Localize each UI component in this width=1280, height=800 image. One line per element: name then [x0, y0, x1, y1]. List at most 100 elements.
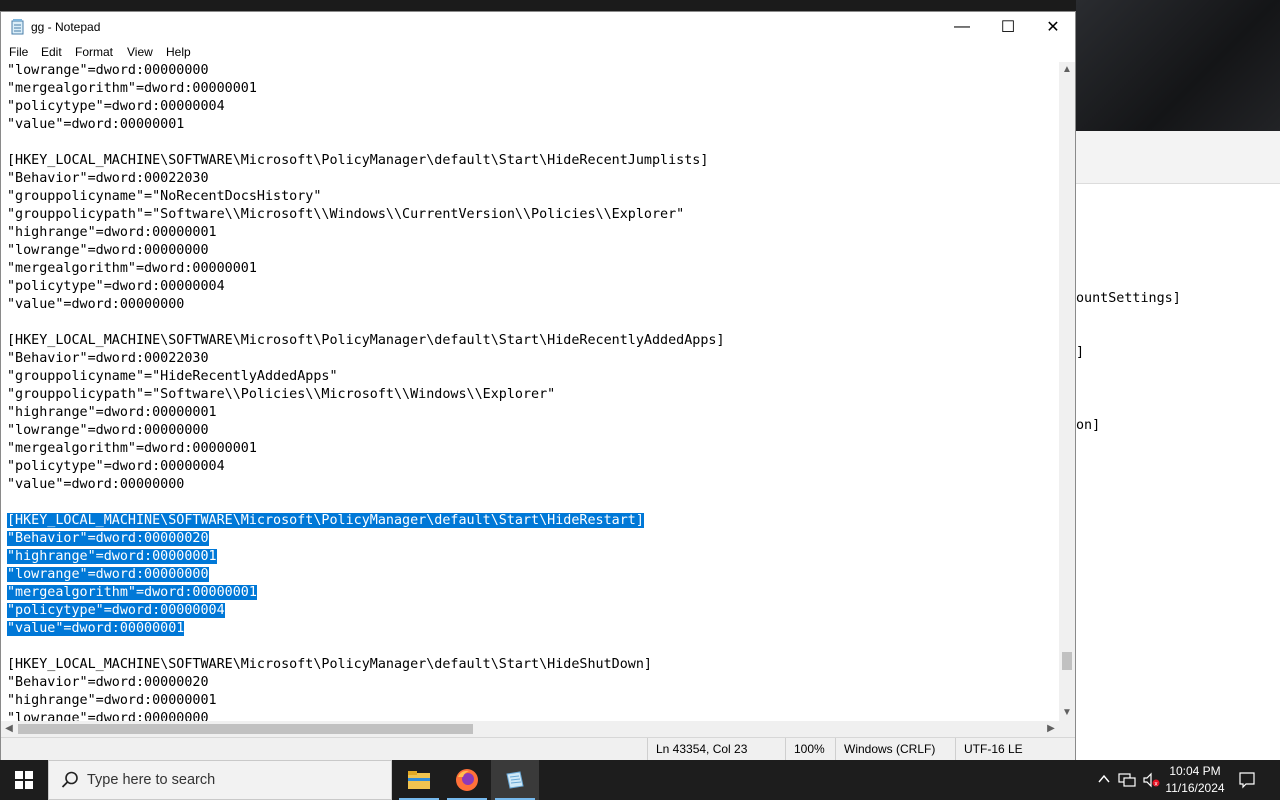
taskbar-firefox[interactable] — [443, 760, 491, 800]
menu-help[interactable]: Help — [166, 45, 191, 59]
vertical-scroll-thumb[interactable] — [1062, 652, 1072, 670]
text-editor-area[interactable]: "lowrange"=dword:00000000 "mergealgorithm… — [1, 62, 1059, 721]
editor-line-text: "policytype"=dword:00000004 — [7, 459, 225, 474]
editor-line-text: [HKEY_LOCAL_MACHINE\SOFTWARE\Microsoft\P… — [7, 657, 652, 672]
editor-line-text: "grouppolicyname"="HideRecentlyAddedApps… — [7, 369, 338, 384]
maximize-icon: ☐ — [1000, 19, 1016, 36]
editor-line[interactable]: "highrange"=dword:00000001 — [7, 224, 725, 242]
editor-line[interactable]: "Behavior"=dword:00000020 — [7, 674, 725, 692]
editor-line[interactable]: "lowrange"=dword:00000000 — [7, 422, 725, 440]
editor-line-text: "Behavior"=dword:00022030 — [7, 171, 209, 186]
editor-line[interactable]: "highrange"=dword:00000001 — [7, 404, 725, 422]
menu-edit[interactable]: Edit — [41, 45, 62, 59]
editor-line[interactable]: "mergealgorithm"=dword:00000001 — [7, 440, 725, 458]
editor-line[interactable]: "policytype"=dword:00000004 — [7, 98, 725, 116]
editor-line-text: "policytype"=dword:00000004 — [7, 279, 225, 294]
editor-line[interactable]: "grouppolicyname"="HideRecentlyAddedApps… — [7, 368, 725, 386]
system-clock[interactable]: 10:04 PM 11/16/2024 — [1160, 763, 1230, 797]
background-text-fragment: on] — [1076, 418, 1101, 433]
editor-line[interactable]: "mergealgorithm"=dword:00000001 — [7, 260, 725, 278]
scroll-left-icon[interactable]: ◀ — [1, 721, 17, 737]
editor-line[interactable]: "value"=dword:00000001 — [7, 620, 725, 638]
volume-muted-icon[interactable]: x — [1142, 772, 1160, 788]
scroll-down-icon[interactable]: ▼ — [1059, 705, 1075, 721]
system-tray: x 10:04 PM 11/16/2024 — [1080, 760, 1280, 800]
editor-line-text: "highrange"=dword:00000001 — [7, 225, 217, 240]
editor-line[interactable]: "value"=dword:00000000 — [7, 296, 725, 314]
editor-line[interactable]: "Behavior"=dword:00022030 — [7, 350, 725, 368]
notification-icon[interactable] — [1238, 771, 1256, 789]
editor-line-text: "value"=dword:00000000 — [7, 297, 185, 312]
clock-time: 10:04 PM — [1169, 764, 1221, 778]
editor-line[interactable]: "policytype"=dword:00000004 — [7, 458, 725, 476]
start-button[interactable] — [0, 760, 48, 800]
chevron-up-icon[interactable] — [1098, 774, 1110, 784]
notepad-window: gg - Notepad — ☐ ✕ File Edit Format View… — [0, 11, 1076, 760]
background-window[interactable]: ountSettings] ] on] — [1076, 131, 1280, 760]
menu-file[interactable]: File — [9, 45, 28, 59]
editor-line[interactable]: "lowrange"=dword:00000000 — [7, 566, 725, 584]
menu-format[interactable]: Format — [75, 45, 113, 59]
editor-line-text: "Behavior"=dword:00022030 — [7, 351, 209, 366]
editor-line-text: "Behavior"=dword:00000020 — [7, 675, 209, 690]
editor-line-text: "highrange"=dword:00000001 — [7, 693, 217, 708]
editor-line[interactable] — [7, 638, 725, 656]
close-button[interactable]: ✕ — [1030, 12, 1076, 42]
editor-line[interactable]: "value"=dword:00000000 — [7, 476, 725, 494]
maximize-button[interactable]: ☐ — [985, 12, 1031, 42]
scroll-up-icon[interactable]: ▲ — [1059, 62, 1075, 78]
editor-line[interactable]: [HKEY_LOCAL_MACHINE\SOFTWARE\Microsoft\P… — [7, 656, 725, 674]
editor-line[interactable]: "grouppolicypath"="Software\\Microsoft\\… — [7, 206, 725, 224]
editor-line[interactable]: [HKEY_LOCAL_MACHINE\SOFTWARE\Microsoft\P… — [7, 512, 725, 530]
horizontal-scroll-thumb[interactable] — [18, 724, 473, 734]
editor-line[interactable]: "policytype"=dword:00000004 — [7, 278, 725, 296]
zoom-level: 100% — [785, 738, 835, 760]
background-text-fragment: ountSettings] — [1076, 291, 1181, 306]
editor-line-text: "lowrange"=dword:00000000 — [7, 423, 209, 438]
editor-line[interactable]: "policytype"=dword:00000004 — [7, 602, 725, 620]
horizontal-scrollbar[interactable]: ◀ ▶ — [1, 721, 1059, 737]
notepad-icon — [506, 771, 524, 789]
editor-line[interactable]: "highrange"=dword:00000001 — [7, 692, 725, 710]
editor-line[interactable]: "Behavior"=dword:00022030 — [7, 170, 725, 188]
editor-line-text: "grouppolicypath"="Software\\Policies\\M… — [7, 387, 556, 402]
taskbar-file-explorer[interactable] — [395, 760, 443, 800]
search-input[interactable]: Type here to search — [87, 772, 215, 788]
editor-line[interactable]: "grouppolicyname"="NoRecentDocsHistory" — [7, 188, 725, 206]
editor-line[interactable]: "lowrange"=dword:00000000 — [7, 62, 725, 80]
network-icon[interactable] — [1118, 772, 1136, 788]
editor-line[interactable]: [HKEY_LOCAL_MACHINE\SOFTWARE\Microsoft\P… — [7, 152, 725, 170]
editor-line-text: "policytype"=dword:00000004 — [7, 99, 225, 114]
editor-line[interactable]: "highrange"=dword:00000001 — [7, 548, 725, 566]
editor-line-text: "highrange"=dword:00000001 — [7, 549, 217, 564]
editor-line[interactable] — [7, 314, 725, 332]
taskbar-search-box[interactable]: Type here to search — [48, 760, 392, 800]
editor-line[interactable]: "lowrange"=dword:00000000 — [7, 710, 725, 721]
vertical-scrollbar[interactable]: ▲ ▼ — [1059, 62, 1075, 721]
windows-logo-icon — [15, 771, 33, 789]
taskbar-notepad[interactable] — [491, 760, 539, 800]
editor-text[interactable]: "lowrange"=dword:00000000 "mergealgorithm… — [7, 62, 725, 721]
editor-line[interactable]: "mergealgorithm"=dword:00000001 — [7, 584, 725, 602]
line-endings: Windows (CRLF) — [835, 738, 955, 760]
notepad-app-icon — [11, 19, 24, 35]
desktop-wallpaper — [1076, 0, 1280, 131]
editor-line[interactable]: "lowrange"=dword:00000000 — [7, 242, 725, 260]
minimize-button[interactable]: — — [939, 12, 985, 42]
editor-line-text: "lowrange"=dword:00000000 — [7, 63, 209, 78]
editor-line[interactable] — [7, 494, 725, 512]
menu-view[interactable]: View — [127, 45, 153, 59]
editor-line[interactable]: "value"=dword:00000001 — [7, 116, 725, 134]
editor-line-text: "mergealgorithm"=dword:00000001 — [7, 261, 257, 276]
editor-line[interactable]: "Behavior"=dword:00000020 — [7, 530, 725, 548]
editor-line[interactable]: "grouppolicypath"="Software\\Policies\\M… — [7, 386, 725, 404]
editor-line-text: "value"=dword:00000000 — [7, 477, 185, 492]
clock-date: 11/16/2024 — [1165, 781, 1225, 795]
editor-line[interactable] — [7, 134, 725, 152]
title-bar[interactable]: gg - Notepad — ☐ ✕ — [1, 12, 1075, 42]
close-icon: ✕ — [1046, 19, 1060, 36]
scroll-right-icon[interactable]: ▶ — [1043, 721, 1059, 737]
editor-line-text: "mergealgorithm"=dword:00000001 — [7, 81, 257, 96]
editor-line[interactable]: "mergealgorithm"=dword:00000001 — [7, 80, 725, 98]
editor-line[interactable]: [HKEY_LOCAL_MACHINE\SOFTWARE\Microsoft\P… — [7, 332, 725, 350]
